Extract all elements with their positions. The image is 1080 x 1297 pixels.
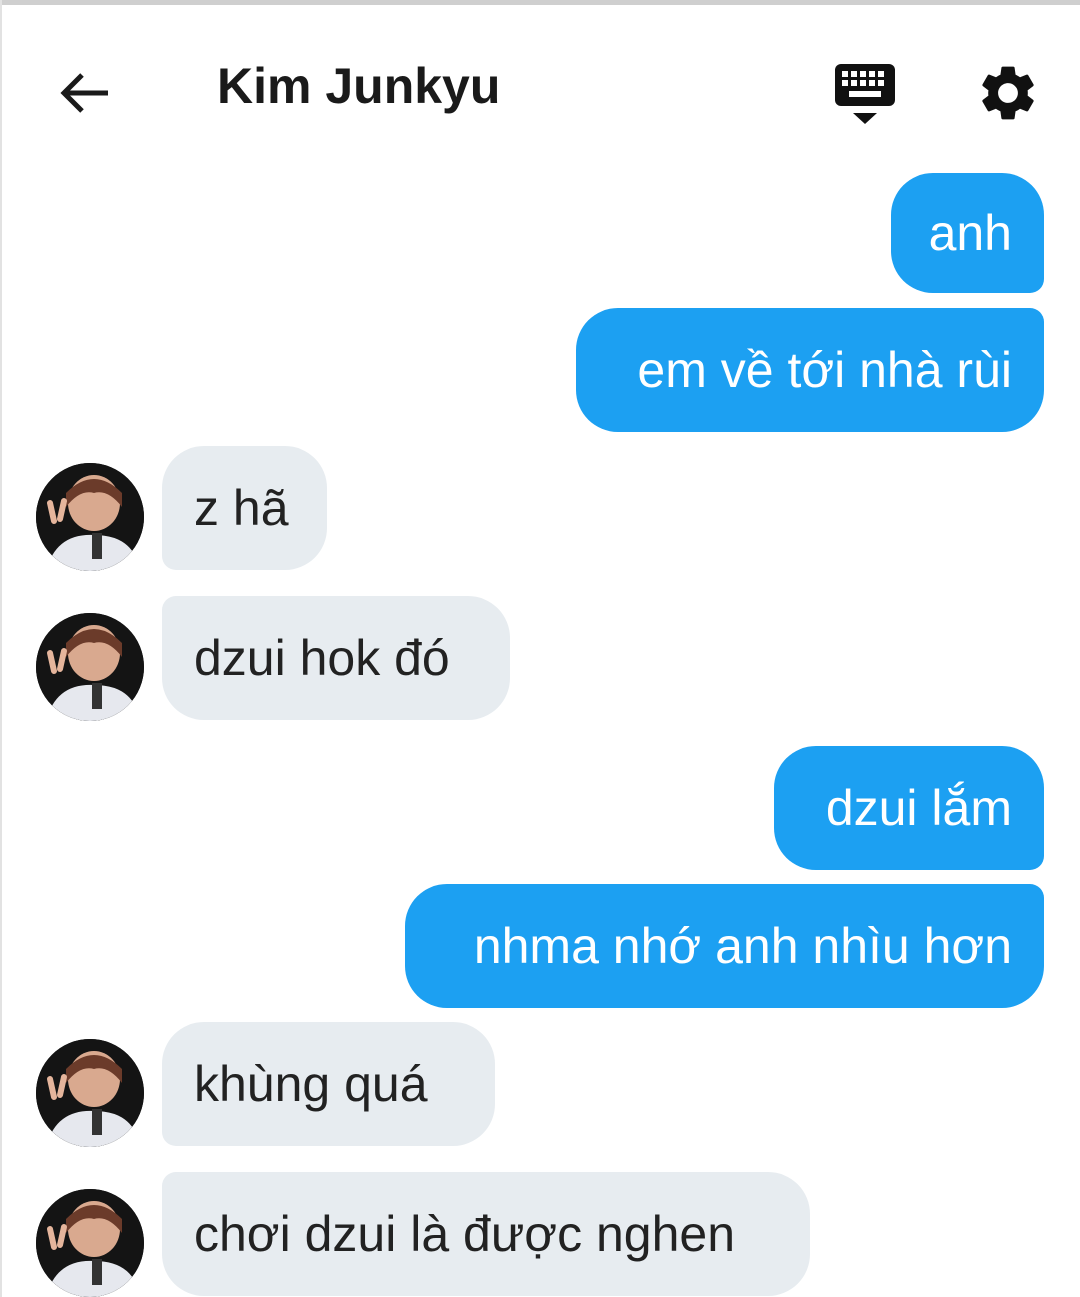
avatar-image [36, 1039, 144, 1147]
avatar[interactable] [36, 1039, 144, 1147]
contact-name: Kim Junkyu [217, 58, 501, 114]
settings-button[interactable] [975, 60, 1041, 126]
message-sent[interactable]: dzui lắm [774, 746, 1044, 870]
arrow-back-icon [60, 73, 108, 113]
left-edge-divider [0, 0, 2, 1297]
avatar-image [36, 1189, 144, 1297]
message-received[interactable]: dzui hok đó [162, 596, 510, 720]
message-sent[interactable]: em về tới nhà rùi [576, 308, 1044, 432]
avatar[interactable] [36, 463, 144, 571]
avatar-image [36, 613, 144, 721]
keyboard-icon [835, 64, 895, 124]
keyboard-shortcuts-button[interactable] [832, 61, 898, 127]
conversation-header: Kim Junkyu [0, 5, 1080, 170]
message-received[interactable]: khùng quá [162, 1022, 495, 1146]
back-button[interactable] [52, 61, 116, 125]
message-sent[interactable]: nhma nhớ anh nhìu hơn [405, 884, 1044, 1008]
gear-icon [982, 66, 1034, 120]
message-received[interactable]: z hã [162, 446, 327, 570]
avatar-image [36, 463, 144, 571]
avatar[interactable] [36, 613, 144, 721]
message-sent[interactable]: anh [891, 173, 1044, 293]
avatar[interactable] [36, 1189, 144, 1297]
message-received[interactable]: chơi dzui là được nghen [162, 1172, 810, 1296]
